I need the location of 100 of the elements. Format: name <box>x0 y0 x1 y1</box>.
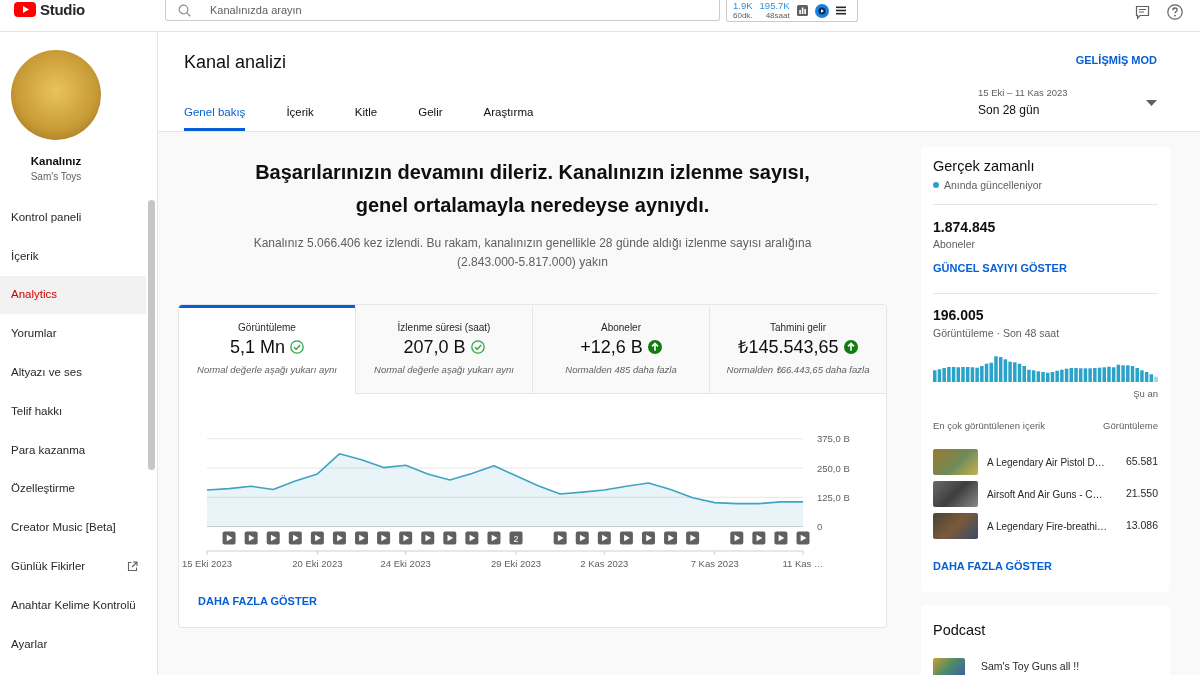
metric-tab[interactable]: Tahmini gelir ₺145.543,65 Normalden ₺66.443,65 daha fazla <box>709 305 886 394</box>
y-axis-label: 250,0 B <box>817 462 850 474</box>
video-marker-icon[interactable] <box>465 531 479 545</box>
channel-label: Kanalınız <box>29 154 83 168</box>
video-marker-icon[interactable] <box>575 531 589 545</box>
video-title[interactable]: A Legendary Air Pistol D… <box>987 454 1126 470</box>
arrow-up-circle-icon <box>647 340 662 354</box>
realtime-stats-panel[interactable]: 1.9K 60dk. 195.7K 48saat <box>726 0 858 22</box>
channel-name: Sam's Toys <box>29 170 83 183</box>
metric-label: Aboneler <box>601 321 641 334</box>
video-marker-icon[interactable] <box>377 531 391 545</box>
nav-item[interactable]: Analytics <box>0 275 146 315</box>
card-title: Podcast <box>933 621 987 640</box>
list-heading: En çok görüntülenen içerik <box>933 420 1045 432</box>
show-count-link[interactable]: GÜNCEL SAYIYI GÖSTER <box>933 261 1067 275</box>
metric-value: 5,1 Mn <box>230 336 285 358</box>
check-circle-icon <box>470 340 485 354</box>
video-marker-icon[interactable] <box>487 531 501 545</box>
view-count: 21.550 <box>1125 486 1158 502</box>
date-range-text: 15 Eki – 11 Kas 2023 <box>978 87 1068 99</box>
nav-item[interactable]: Yorumlar <box>0 314 146 354</box>
video-marker-icon[interactable] <box>553 531 567 545</box>
metric-value: ₺145.543,65 <box>738 336 839 358</box>
video-title[interactable]: Airsoft And Air Guns - C… <box>987 486 1126 502</box>
tab[interactable]: İçerik <box>286 98 314 131</box>
help-icon[interactable] <box>1167 4 1183 20</box>
photo-placeholder[interactable] <box>933 481 978 507</box>
metric-value: +12,6 B <box>580 336 643 358</box>
tab[interactable]: Araştırma <box>483 98 534 131</box>
video-marker-icon[interactable] <box>443 531 457 545</box>
metric-note: Normal değerle aşağı yukarı aynı <box>374 363 514 376</box>
podcast-title-text[interactable]: Sam's Toy Guns all !! <box>981 659 1080 675</box>
x-axis-label: 15 Eki 2023 <box>181 558 233 569</box>
tab[interactable]: Kitle <box>354 98 378 131</box>
bar-chart-icon[interactable] <box>796 5 808 16</box>
video-marker-icon[interactable] <box>752 531 766 545</box>
caret-down-icon[interactable] <box>1146 99 1157 106</box>
external-link-icon[interactable] <box>127 561 138 573</box>
stat-value: 1.9K <box>733 1 753 11</box>
video-marker-icon[interactable] <box>730 531 744 545</box>
x-axis-label: 29 Eki 2023 <box>490 558 542 569</box>
x-axis-label: 11 Kas … <box>782 558 824 569</box>
check-circle-icon <box>290 340 304 354</box>
metric-label: Tahmini gelir <box>769 321 827 334</box>
search-icon[interactable] <box>178 4 191 17</box>
metric-tab[interactable]: Aboneler +12,6 B Normalden 485 daha fazla <box>532 305 709 394</box>
nav-item[interactable]: Anahtar Kelime Kontrolü <box>0 585 146 625</box>
video-marker-icon[interactable] <box>421 531 435 545</box>
video-marker-icon[interactable] <box>664 531 678 545</box>
video-marker-icon[interactable] <box>266 531 280 545</box>
advanced-mode-link[interactable]: GELİŞMİŞ MOD <box>1075 54 1157 67</box>
view-total: 196.005 <box>933 306 985 324</box>
nav-item[interactable]: Günlük Fikirler <box>0 547 146 586</box>
metric-note: Normalden 485 daha fazla <box>565 363 677 376</box>
scrollbar-thumb[interactable] <box>148 200 155 470</box>
video-marker-icon[interactable] <box>288 531 302 545</box>
nav-item[interactable]: Telif hakkı <box>0 392 146 431</box>
y-axis-label: 125,0 B <box>817 491 850 503</box>
period-text: Son 28 gün <box>978 103 1041 118</box>
video-marker-icon[interactable] <box>244 531 258 545</box>
show-more-link[interactable]: DAHA FAZLA GÖSTER <box>933 559 1052 573</box>
video-count-badge[interactable]: 2 <box>509 531 523 545</box>
video-title[interactable]: A Legendary Fire-breathi… <box>987 518 1126 534</box>
show-more-link[interactable]: DAHA FAZLA GÖSTER <box>198 594 317 608</box>
date-range-dropdown[interactable]: 15 Eki – 11 Kas 2023 Son 28 gün <box>978 87 1157 118</box>
play-circle-icon[interactable] <box>814 3 829 18</box>
metric-label: İzlenme süresi (saat) <box>397 321 491 334</box>
feedback-icon[interactable] <box>1135 4 1150 20</box>
search-field[interactable]: Kanalınızda arayın <box>165 0 720 21</box>
video-marker-icon[interactable] <box>686 531 700 545</box>
nav-item[interactable]: Altyazı ve ses <box>0 353 146 392</box>
video-marker-icon[interactable] <box>355 531 368 545</box>
nav-item[interactable]: Creator Music [Beta] <box>0 508 146 548</box>
video-marker-icon[interactable] <box>597 531 611 545</box>
menu-icon[interactable] <box>835 6 846 15</box>
summary-text: Kanalınız 5.066.406 kez izlendi. Bu rakam, kanalınızın genellikle 28 günde aldığı izlenme sayısı aralığına (2.843.000-5.817.000) yakın <box>252 235 813 271</box>
video-marker-icon[interactable] <box>796 531 810 545</box>
video-marker-icon[interactable] <box>774 531 788 545</box>
video-marker-icon[interactable] <box>399 531 413 545</box>
nav-item[interactable]: Özelleştirme <box>0 469 146 509</box>
video-marker-icon[interactable] <box>222 531 236 545</box>
views-label: Görüntüleme · Son 48 saat <box>933 326 1061 340</box>
video-marker-icon[interactable] <box>332 531 346 545</box>
nav-item[interactable]: Kontrol paneli <box>0 198 146 237</box>
metric-tab[interactable]: İzlenme süresi (saat) 207,0 B Normal değerle aşağı yukarı aynı <box>355 305 532 394</box>
nav-item[interactable]: İçerik <box>0 236 146 276</box>
view-count: 65.581 <box>1125 454 1158 470</box>
y-axis-label: 0 <box>817 521 823 532</box>
column-heading: Görüntüleme <box>1103 420 1158 432</box>
video-marker-icon[interactable] <box>310 531 324 545</box>
x-axis-label: 24 Eki 2023 <box>380 558 431 569</box>
video-marker-icon[interactable] <box>642 531 655 545</box>
nav-item-label: Günlük Fikirler <box>11 558 87 574</box>
nav-item[interactable]: Ayarlar <box>0 624 146 664</box>
tab[interactable]: Gelir <box>418 98 443 131</box>
logo-play-icon[interactable] <box>14 2 36 17</box>
video-marker-icon[interactable] <box>619 531 633 545</box>
metric-note: Normal değerle aşağı yukarı aynı <box>197 363 337 376</box>
y-axis-label: 375,0 B <box>817 433 850 445</box>
nav-item[interactable]: Para kazanma <box>0 430 146 470</box>
